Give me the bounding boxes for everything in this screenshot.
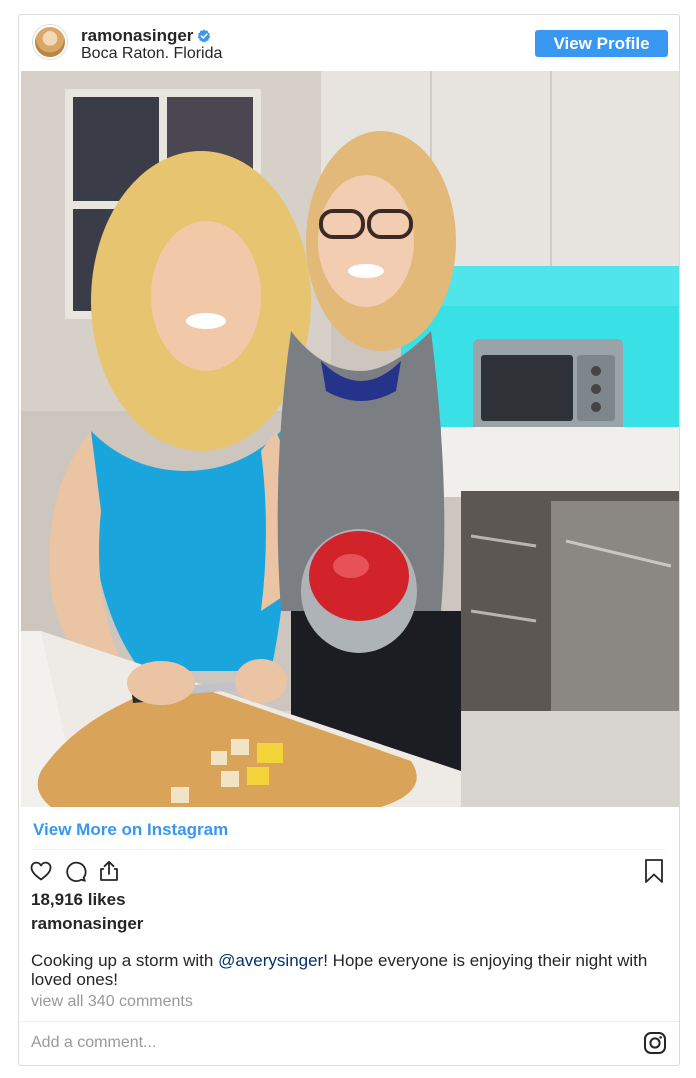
username-link[interactable]: ramonasinger [81, 26, 193, 45]
bookmark-icon[interactable] [643, 858, 665, 884]
user-info: ramonasinger Boca Raton. Florida [81, 26, 222, 63]
divider [33, 849, 665, 850]
add-comment-input[interactable]: Add a comment... [31, 1034, 156, 1052]
avatar[interactable] [33, 25, 67, 59]
comment-bubble-icon[interactable] [63, 859, 87, 883]
username-row: ramonasinger [81, 26, 222, 45]
post-photo[interactable] [21, 71, 679, 807]
divider [19, 1021, 679, 1022]
post-author[interactable]: ramonasinger [31, 914, 143, 934]
location-link[interactable]: Boca Raton. Florida [81, 45, 222, 63]
instagram-embed-card: ramonasinger Boca Raton. Florida View Pr… [18, 14, 680, 1066]
heart-icon[interactable] [29, 859, 53, 883]
post-header: ramonasinger Boca Raton. Florida View Pr… [19, 15, 679, 71]
view-comments-link[interactable]: view all 340 comments [31, 993, 193, 1011]
caption-mention-link[interactable]: @averysinger [218, 951, 323, 970]
post-actions [29, 857, 121, 885]
share-icon[interactable] [97, 859, 121, 883]
verified-badge-icon [198, 29, 211, 42]
likes-count[interactable]: 18,916 likes [31, 890, 126, 910]
kitchen-photo [21, 71, 679, 807]
post-caption: Cooking up a storm with @averysinger! Ho… [31, 951, 667, 989]
caption-text: Cooking up a storm with [31, 951, 219, 970]
view-more-link[interactable]: View More on Instagram [33, 820, 228, 840]
view-profile-button[interactable]: View Profile [535, 30, 668, 57]
instagram-glyph-icon[interactable] [643, 1031, 667, 1055]
